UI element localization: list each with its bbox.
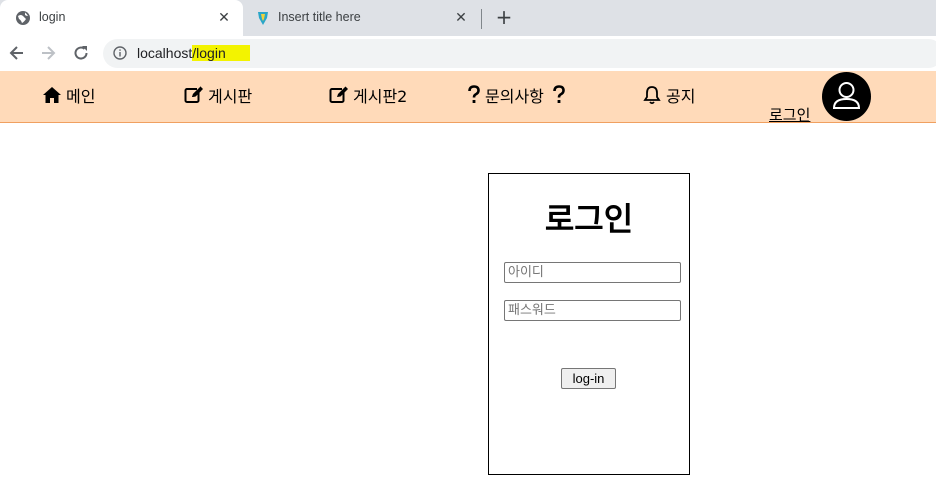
user-icon	[832, 82, 861, 109]
back-arrow-icon[interactable]	[7, 43, 27, 63]
password-input[interactable]	[504, 300, 681, 321]
url-path: /login	[192, 45, 250, 61]
url-host: localhost	[137, 45, 193, 61]
nav-item-label: 문의사항	[485, 87, 544, 106]
question-icon	[553, 85, 565, 103]
nav-item-board2[interactable]: 게시판2	[329, 83, 407, 107]
home-icon	[43, 87, 61, 103]
browser-toolbar: localhost/login	[0, 36, 936, 71]
globe-icon	[16, 11, 30, 25]
nav-item-notice[interactable]: 공지	[642, 83, 695, 107]
reload-icon[interactable]	[71, 43, 91, 63]
tab-title: Insert title here	[278, 10, 361, 24]
tab-separator	[481, 9, 482, 29]
nav-item-label: 게시판2	[353, 87, 408, 106]
site-nav-bar: 메인 게시판 게시판2 문의사항 공지 로그인	[0, 71, 936, 125]
nav-item-board[interactable]: 게시판	[184, 83, 252, 107]
edit-icon	[329, 86, 349, 103]
info-icon[interactable]	[113, 46, 127, 60]
new-tab-button[interactable]: +	[494, 7, 514, 28]
tab-insert-title[interactable]: Insert title here ✕	[243, 0, 480, 36]
browser-tab-bar: login ✕ Insert title here ✕ +	[0, 0, 936, 36]
bell-icon	[643, 86, 661, 105]
url-text[interactable]: localhost/login	[137, 45, 250, 61]
nav-item-label: 메인	[66, 87, 96, 106]
id-input[interactable]	[504, 262, 681, 283]
close-tab-icon[interactable]: ✕	[452, 9, 470, 27]
forward-arrow-icon[interactable]	[38, 43, 58, 63]
login-button[interactable]: log-in	[561, 368, 616, 389]
close-tab-icon[interactable]: ✕	[215, 9, 233, 27]
eclipse-icon	[258, 12, 268, 25]
nav-item-label: 공지	[666, 87, 696, 106]
nav-item-label: 게시판	[208, 87, 253, 106]
nav-item-main[interactable]: 메인	[42, 83, 95, 107]
question-icon	[468, 85, 480, 103]
avatar[interactable]	[822, 72, 871, 121]
tab-title: login	[39, 10, 66, 24]
login-title: 로그인	[544, 200, 634, 238]
login-link[interactable]: 로그인	[769, 104, 810, 125]
edit-icon	[184, 86, 204, 103]
tab-login[interactable]: login ✕	[0, 0, 243, 36]
address-bar[interactable]: localhost/login	[103, 39, 936, 68]
nav-item-inquiry[interactable]: 문의사항	[467, 83, 570, 107]
login-form: 로그인 log-in	[488, 173, 690, 475]
